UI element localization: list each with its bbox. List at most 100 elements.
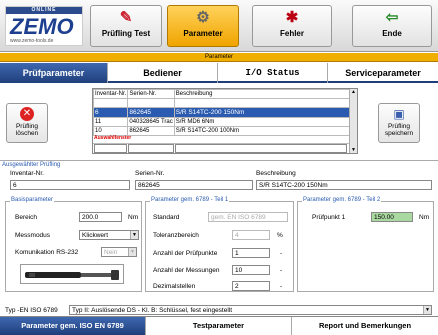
main-tabs: Prüfparameter Bediener I/O Status Servic…	[0, 63, 438, 83]
ende-button[interactable]: ⇦ Ende	[352, 5, 432, 47]
parameter-label: Parameter	[183, 29, 223, 38]
cell	[173, 98, 352, 108]
serien-field[interactable]: 862645	[135, 180, 253, 190]
fehler-label: Fehler	[279, 29, 304, 38]
table-row[interactable]: 10 862645 S/R S14TC-200 100Nm	[92, 126, 352, 136]
param-teil2-panel: Parameter gem. 6789 - Teil 2 Prüfpunkt 1…	[297, 197, 434, 292]
cell: S/R S14TC-200 100Nm	[173, 126, 352, 136]
table-header: Inventar-Nr. Serien-Nr. Beschreibung	[92, 89, 352, 99]
standard-label: Standard	[153, 214, 180, 221]
col-inventar[interactable]: Inventar-Nr.	[92, 89, 129, 99]
cell: S/R S14TC-200 150Nm	[173, 107, 352, 118]
filter-row	[93, 143, 349, 153]
col-beschreibung[interactable]: Beschreibung	[173, 89, 352, 99]
serien-label: Serien-Nr.	[135, 170, 165, 177]
table-row[interactable]	[92, 98, 352, 108]
komm-label: Komunikation RS-232	[15, 249, 79, 256]
toleranz-unit: %	[277, 232, 283, 239]
gear-icon: ⚙	[196, 9, 210, 26]
save-label: Prüfling speichern	[384, 123, 414, 137]
pruefpunkt1-unit: Nm	[419, 214, 430, 221]
dezimal-label: Dezimalstellen	[153, 283, 196, 290]
beschreibung-label: Beschreibung	[256, 170, 296, 177]
basis-title: Basisparameter	[10, 197, 55, 203]
selected-title: Ausgewählter Prüfling	[2, 162, 61, 168]
parameter-button[interactable]: ⚙ Parameter	[167, 5, 239, 47]
table-row-selected[interactable]: 6 862645 S/R S14TC-200 150Nm	[92, 107, 352, 118]
pruefling-loeschen-button[interactable]: ✕ Prüfling löschen	[6, 103, 48, 143]
pencil-icon: ✎	[119, 9, 133, 26]
dash-text: -	[280, 250, 283, 257]
typ-select[interactable]: Typ II: Auslösende DS - Kl. B: Schlüssel…	[69, 305, 432, 315]
tab-parameter-iso[interactable]: Parameter gem. ISO EN 6789	[0, 317, 146, 335]
tab-bediener[interactable]: Bediener	[108, 63, 218, 83]
inventar-label: Inventar-Nr.	[10, 170, 44, 177]
param2-title: Parameter gem. 6789 - Teil 2	[302, 197, 382, 203]
table-row[interactable]: 11 040328645 Trac S/R MD6 6Nm	[92, 117, 352, 127]
scroll-up-icon[interactable]: ▲	[350, 89, 357, 95]
pruefpunkt1-field[interactable]: 150.00	[371, 212, 413, 222]
fehler-button[interactable]: ✱ Fehler	[252, 5, 332, 47]
messungen-label: Anzahl der Messungen	[153, 267, 220, 274]
bereich-unit: Nm	[128, 214, 139, 221]
messmodus-label: Messmodus	[15, 232, 51, 239]
section-band: Parameter	[0, 53, 438, 62]
toleranz-field[interactable]: 4	[232, 230, 270, 240]
param1-title: Parameter gem. 6789 - Teil 1	[150, 197, 230, 203]
dezimal-field[interactable]: 2	[232, 281, 270, 291]
filter-beschreibung-input[interactable]	[175, 144, 347, 153]
cell: 11	[92, 117, 129, 127]
typ-label: Typ -EN ISO 6789	[5, 307, 58, 314]
basisparameter-panel: Basisparameter Bereich 200.0 Nm Messmodu…	[5, 197, 142, 292]
filter-label: Auswahlfenster	[94, 135, 132, 141]
chevron-down-icon: ▼	[423, 306, 431, 314]
filter-inventar-input[interactable]	[94, 144, 127, 153]
messmodus-value: Klickwert	[82, 232, 109, 239]
tab-pruefparameter[interactable]: Prüfparameter	[0, 63, 108, 83]
param-teil1-panel: Parameter gem. 6789 - Teil 1 Standard ge…	[145, 197, 294, 292]
pruefpunkt1-label: Prüfpunkt 1	[312, 214, 346, 221]
pruefling-speichern-button[interactable]: ▣ Prüfling speichern	[378, 103, 420, 143]
wrench-image	[20, 264, 124, 284]
tab-serviceparameter[interactable]: Serviceparameter	[328, 63, 438, 83]
chevron-down-icon: ▼	[130, 231, 138, 239]
logo-brand: ZEMO	[10, 14, 74, 39]
tab-report[interactable]: Report und Bemerkungen	[292, 317, 438, 335]
filter-serien-input[interactable]	[128, 144, 174, 153]
tab-testparameter[interactable]: Testparameter	[146, 317, 292, 335]
zemo-logo: ONLINE ZEMO www.zemo-tools.de	[5, 6, 83, 46]
table-scrollbar[interactable]: ▲ ▼	[349, 89, 357, 153]
tab-io-status[interactable]: I/O Status	[218, 63, 328, 83]
delete-icon: ✕	[20, 107, 34, 121]
toolbar: ONLINE ZEMO www.zemo-tools.de ✎ Prüfling…	[0, 0, 438, 52]
col-serien[interactable]: Serien-Nr.	[127, 89, 175, 99]
messmodus-select[interactable]: Klickwert ▼	[79, 230, 139, 240]
dash-text: -	[280, 283, 283, 290]
pruefpunkte-field[interactable]: 1	[232, 248, 270, 258]
typ-value: Typ II: Auslösende DS - Kl. B: Schlüssel…	[72, 307, 233, 314]
pruefling-table[interactable]: Inventar-Nr. Serien-Nr. Beschreibung 6 8…	[92, 88, 358, 154]
standard-field[interactable]: gem. EN ISO 6789	[208, 212, 288, 222]
beschreibung-field[interactable]: S/R S14TC-200 150Nm	[256, 180, 432, 190]
cell: 040328645 Trac	[127, 117, 175, 127]
save-icon: ▣	[393, 107, 405, 121]
messungen-field[interactable]: 10	[232, 265, 270, 275]
scroll-down-icon[interactable]: ▼	[350, 147, 357, 153]
selected-pruefling: Ausgewählter Prüfling Inventar-Nr. 6 Ser…	[0, 160, 438, 194]
logo-url: www.zemo-tools.de	[10, 38, 54, 44]
inventar-field[interactable]: 6	[10, 180, 130, 190]
bottom-tabs: Parameter gem. ISO EN 6789 Testparameter…	[0, 316, 438, 335]
chevron-down-icon: ▼	[128, 248, 136, 256]
komm-select[interactable]: Nein ▼	[101, 247, 137, 257]
exit-icon: ⇦	[385, 9, 399, 26]
komm-value: Nein	[104, 249, 118, 256]
pruefling-test-label: Prüfling Test	[101, 29, 151, 38]
logo-online: ONLINE	[6, 7, 82, 14]
cell	[92, 98, 129, 108]
cell: 862645	[127, 126, 175, 136]
pruefling-test-button[interactable]: ✎ Prüfling Test	[90, 5, 162, 47]
cell: 862645	[127, 107, 175, 118]
bug-icon: ✱	[285, 9, 299, 26]
bereich-field[interactable]: 200.0	[79, 212, 122, 222]
cell: S/R MD6 6Nm	[173, 117, 352, 127]
